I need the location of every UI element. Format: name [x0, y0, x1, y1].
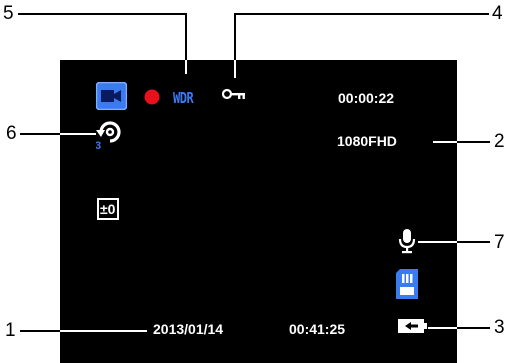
callout-6-label: 6 — [6, 123, 17, 144]
video-camera-icon — [95, 81, 128, 111]
leader-line-1-inner — [60, 330, 147, 332]
microphone-icon — [398, 228, 416, 254]
sd-card-icon — [396, 269, 418, 299]
callout-4-label: 4 — [492, 3, 503, 24]
power-plug-icon — [398, 316, 428, 336]
recording-dot-icon — [144, 89, 160, 105]
leader-line-2-inner — [433, 141, 457, 143]
callout-7-label: 7 — [494, 232, 505, 253]
leader-line-6-inner — [60, 133, 96, 135]
leader-line-7 — [457, 241, 490, 243]
leader-line-4 — [234, 13, 489, 15]
exposure-icon: ±0 — [97, 198, 119, 220]
leader-line-7-inner — [418, 241, 457, 243]
leader-line-2 — [457, 141, 490, 143]
callout-5-label: 5 — [3, 3, 14, 24]
leader-line-1 — [20, 330, 60, 332]
callout-3-label: 3 — [494, 317, 505, 338]
leader-line-5-vertical — [185, 13, 187, 60]
resolution-label: 1080FHD — [337, 133, 397, 149]
key-lock-icon — [221, 88, 246, 102]
leader-line-3 — [457, 327, 490, 329]
loop-recording-icon: 3 — [95, 118, 124, 152]
leader-line-5 — [18, 13, 186, 15]
leader-line-4-vertical — [234, 13, 236, 60]
recording-timer: 00:00:22 — [338, 90, 395, 106]
svg-text:3: 3 — [96, 140, 101, 150]
leader-line-3-inner — [428, 327, 457, 329]
leader-line-5-inner — [185, 60, 187, 74]
wdr-icon: WDR — [173, 89, 194, 107]
date-display: 2013/01/14 — [153, 321, 224, 337]
leader-line-4-inner — [234, 60, 236, 78]
callout-2-label: 2 — [494, 131, 505, 152]
exposure-value: ±0 — [100, 201, 116, 217]
time-display: 00:41:25 — [289, 321, 346, 337]
leader-line-6 — [20, 133, 60, 135]
callout-1-label: 1 — [5, 320, 16, 341]
